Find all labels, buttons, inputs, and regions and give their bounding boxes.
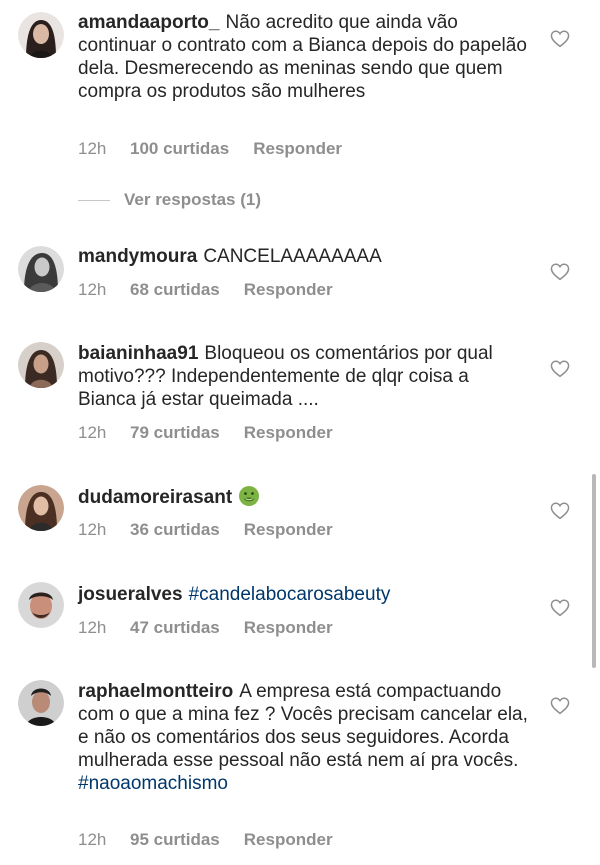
heart-icon[interactable] bbox=[550, 30, 570, 48]
heart-icon[interactable] bbox=[550, 697, 570, 715]
avatar[interactable] bbox=[18, 680, 64, 726]
comment-body: CANCELAAAAAAAA bbox=[203, 246, 382, 267]
comment-text: dudamoreirasant bbox=[78, 485, 528, 509]
comment-username[interactable]: josueralves bbox=[78, 584, 183, 605]
comment-username[interactable]: baianinhaa91 bbox=[78, 343, 198, 364]
heart-icon[interactable] bbox=[550, 263, 570, 281]
avatar[interactable] bbox=[18, 12, 64, 58]
reply-button[interactable]: Responder bbox=[253, 139, 342, 159]
comment-likes[interactable]: 95 curtidas bbox=[130, 830, 220, 850]
comment-time: 12h bbox=[78, 280, 107, 299]
reply-button[interactable]: Responder bbox=[244, 830, 333, 850]
scrollbar[interactable] bbox=[592, 474, 596, 668]
comment-meta: 12h 36 curtidas Responder bbox=[78, 520, 333, 540]
replies-divider bbox=[78, 200, 110, 202]
comment-username[interactable]: dudamoreirasant bbox=[78, 487, 232, 508]
comment-likes[interactable]: 100 curtidas bbox=[130, 139, 229, 159]
avatar[interactable] bbox=[18, 582, 64, 628]
comment-meta: 12h 100 curtidas Responder bbox=[78, 139, 342, 159]
heart-icon[interactable] bbox=[550, 360, 570, 378]
comment-time: 12h bbox=[78, 423, 107, 442]
comment-text: amandaaporto_ Não acredito que ainda vão … bbox=[78, 11, 528, 103]
comment-time: 12h bbox=[78, 139, 107, 158]
view-replies-button[interactable]: Ver respostas (1) bbox=[78, 190, 261, 210]
comment-username[interactable]: mandymoura bbox=[78, 246, 197, 267]
avatar[interactable] bbox=[18, 485, 64, 531]
comment-time: 12h bbox=[78, 830, 107, 849]
heart-icon[interactable] bbox=[550, 599, 570, 617]
nauseated-face-emoji bbox=[238, 485, 260, 507]
hashtag-link[interactable]: #candelabocarosabeuty bbox=[189, 584, 391, 605]
comment-text: raphaelmontteiro A empresa está compactua… bbox=[78, 680, 528, 795]
comment-likes[interactable]: 68 curtidas bbox=[130, 280, 220, 300]
comment-meta: 12h 79 curtidas Responder bbox=[78, 423, 333, 443]
avatar[interactable] bbox=[18, 342, 64, 388]
comment-likes[interactable]: 47 curtidas bbox=[130, 618, 220, 638]
comment-text: josueralves #candelabocarosabeuty bbox=[78, 583, 528, 606]
avatar[interactable] bbox=[18, 246, 64, 292]
comment-text: baianinhaa91 Bloqueou os comentários por … bbox=[78, 342, 528, 411]
view-replies-label: Ver respostas (1) bbox=[124, 190, 262, 209]
hashtag-link[interactable]: #naoaomachismo bbox=[78, 773, 228, 794]
comment-meta: 12h 68 curtidas Responder bbox=[78, 280, 333, 300]
reply-button[interactable]: Responder bbox=[244, 280, 333, 300]
comment-time: 12h bbox=[78, 520, 107, 539]
reply-button[interactable]: Responder bbox=[244, 618, 333, 638]
reply-button[interactable]: Responder bbox=[244, 423, 333, 443]
reply-button[interactable]: Responder bbox=[244, 520, 333, 540]
heart-icon[interactable] bbox=[550, 502, 570, 520]
comment-meta: 12h 95 curtidas Responder bbox=[78, 830, 333, 850]
comment-likes[interactable]: 36 curtidas bbox=[130, 520, 220, 540]
comment-username[interactable]: amandaaporto_ bbox=[78, 12, 219, 33]
comment-username[interactable]: raphaelmontteiro bbox=[78, 681, 233, 702]
comment-text: mandymoura CANCELAAAAAAAA bbox=[78, 245, 528, 268]
comment-likes[interactable]: 79 curtidas bbox=[130, 423, 220, 443]
comment-time: 12h bbox=[78, 618, 107, 637]
comment-meta: 12h 47 curtidas Responder bbox=[78, 618, 333, 638]
